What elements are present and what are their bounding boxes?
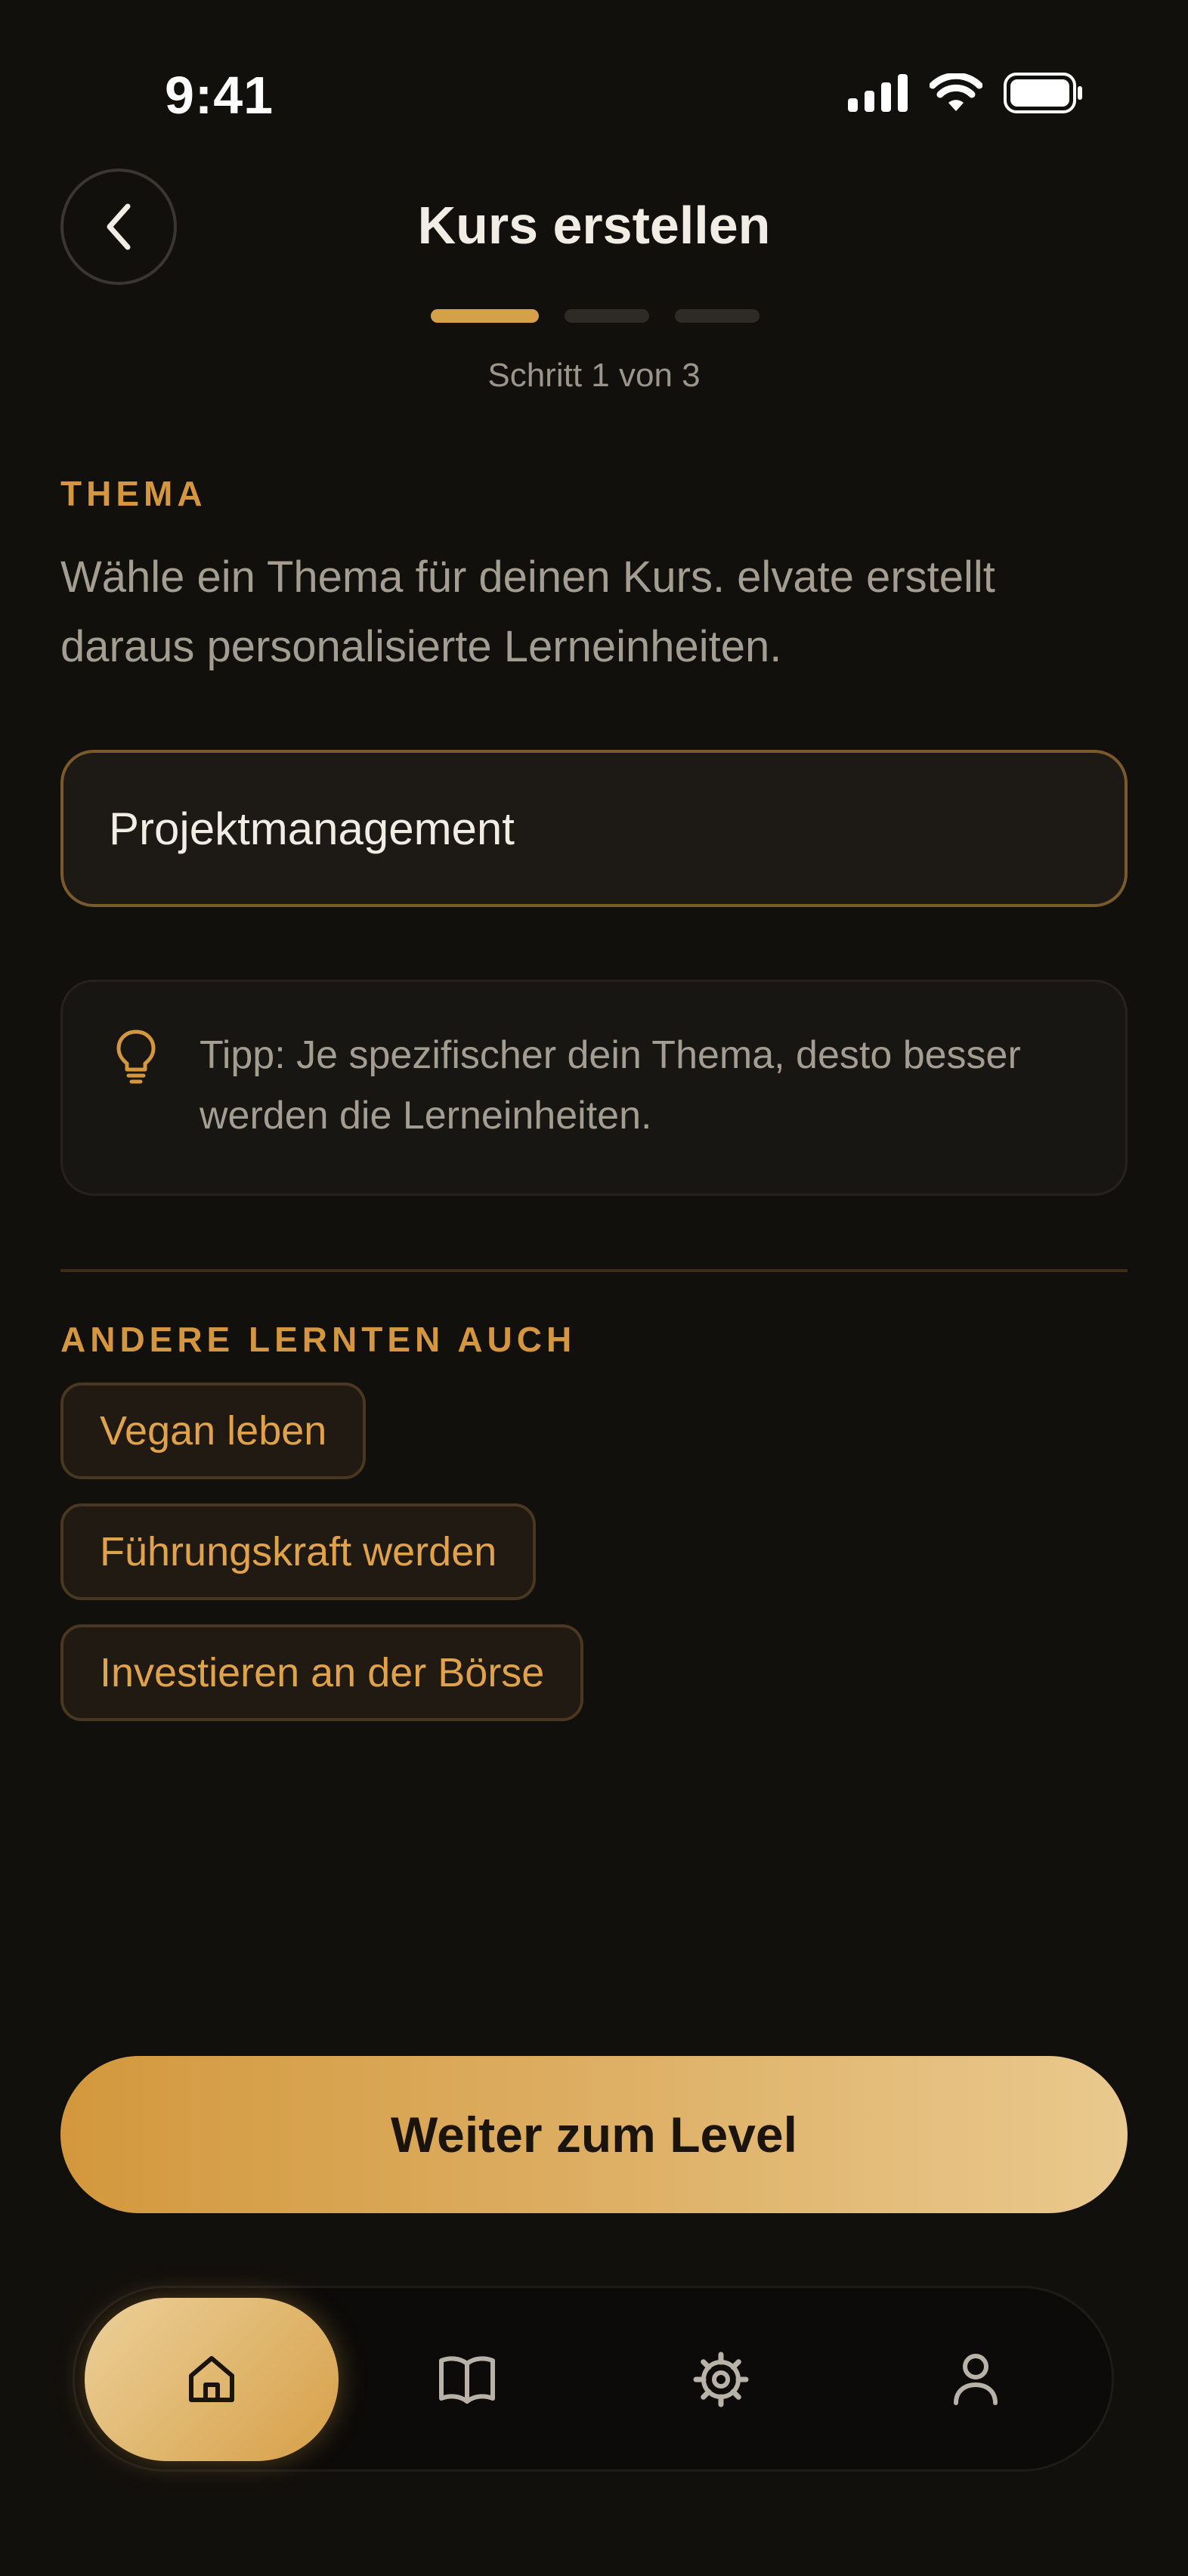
step-progress — [431, 309, 760, 323]
continue-button[interactable]: Weiter zum Level — [60, 2056, 1128, 2213]
step-indicator-2 — [565, 309, 649, 323]
tab-settings[interactable] — [645, 2298, 797, 2461]
topic-heading: THEMA — [60, 474, 207, 513]
suggestion-chip-vegan[interactable]: Vegan leben — [60, 1382, 367, 1479]
topic-input[interactable] — [60, 750, 1128, 907]
step-label: Schritt 1 von 3 — [487, 357, 701, 394]
section-divider — [60, 1269, 1128, 1272]
tip-text: Tipp: Je spezifischer dein Thema, desto … — [200, 1033, 1021, 1138]
topic-description: Wähle ein Thema für deinen Kurs. elvate … — [60, 553, 995, 671]
tab-home-icon-wrap[interactable] — [136, 2298, 287, 2461]
tab-profile[interactable] — [900, 2298, 1051, 2461]
step-indicator-1 — [431, 309, 539, 323]
lightbulb-icon — [116, 1029, 156, 1084]
step-indicator-3 — [675, 309, 760, 323]
tab-courses[interactable] — [391, 2298, 543, 2461]
page-title: Kurs erstellen — [417, 196, 771, 255]
status-icons — [848, 73, 1084, 113]
home-icon — [189, 2356, 234, 2402]
user-icon — [954, 2354, 998, 2405]
cellular-signal-icon — [848, 74, 908, 112]
wifi-icon — [930, 73, 982, 111]
gear-icon — [693, 2352, 749, 2407]
status-time: 9:41 — [165, 66, 274, 125]
battery-icon — [1004, 73, 1082, 113]
book-icon — [439, 2356, 495, 2404]
suggestions-heading: ANDERE LERNTEN AUCH — [60, 1320, 577, 1359]
suggestion-chip-fuehrung[interactable]: Führungskraft werden — [60, 1503, 537, 1600]
suggestion-chip-boerse[interactable]: Investieren an der Börse — [60, 1624, 584, 1721]
